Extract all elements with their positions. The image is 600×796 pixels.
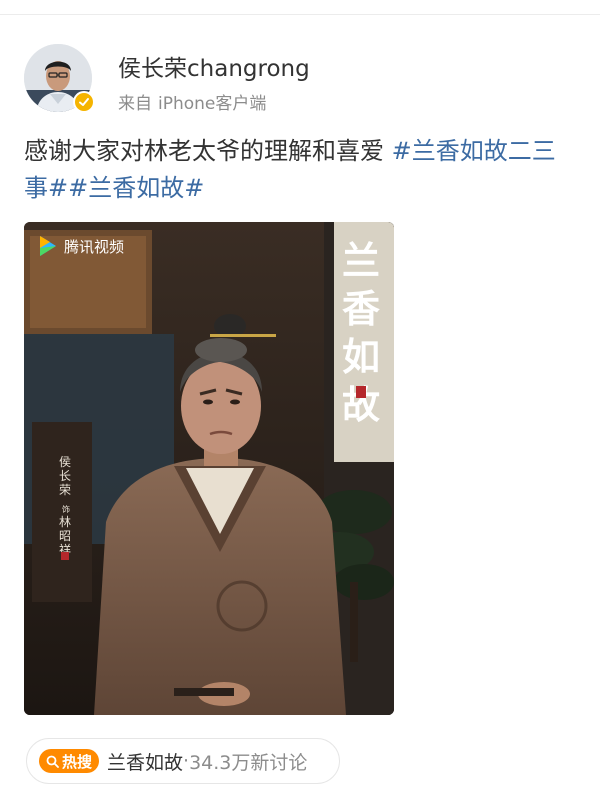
- hot-search-badge: 热搜: [39, 749, 100, 773]
- drama-title-char: 兰: [342, 238, 380, 283]
- hashtag-link[interactable]: #兰香如故#: [68, 174, 204, 202]
- watermark-text: 腾讯视频: [64, 239, 124, 256]
- title-seal: [356, 386, 366, 398]
- caption-char: 昭: [59, 529, 71, 543]
- source-device: iPhone客户端: [158, 94, 267, 114]
- caption-char: 长: [59, 469, 71, 483]
- post-text: 感谢大家对林老太爷的理解和喜爱: [24, 137, 384, 165]
- post-body: 感谢大家对林老太爷的理解和喜爱 #兰香如故二三事##兰香如故#: [24, 133, 574, 207]
- drama-title-char: 如: [342, 334, 380, 379]
- post-image[interactable]: 腾讯视频 兰 香 如 故 侯长荣饰林昭祥: [24, 222, 394, 715]
- top-divider: [0, 14, 600, 15]
- topic-pill[interactable]: 热搜 兰香如故 · 34.3万新讨论: [26, 738, 340, 784]
- post-source: 来自 iPhone客户端: [118, 89, 266, 114]
- verified-badge-icon: [73, 91, 95, 113]
- author-name[interactable]: 侯长荣changrong: [118, 49, 310, 83]
- drama-poster: 腾讯视频 兰 香 如 故 侯长荣饰林昭祥: [24, 222, 394, 715]
- topic-stat: 34.3万新讨论: [189, 751, 308, 774]
- topic-name: 兰香如故: [107, 751, 184, 774]
- source-prefix: 来自: [118, 94, 152, 114]
- caption-char: 侯: [59, 455, 71, 469]
- search-icon: [46, 755, 59, 768]
- hot-badge-label: 热搜: [62, 752, 93, 771]
- caption-char: 荣: [59, 483, 71, 497]
- caption-char: 饰: [62, 504, 70, 514]
- caption-char: 林: [59, 515, 71, 529]
- drama-title-char: 香: [342, 286, 380, 331]
